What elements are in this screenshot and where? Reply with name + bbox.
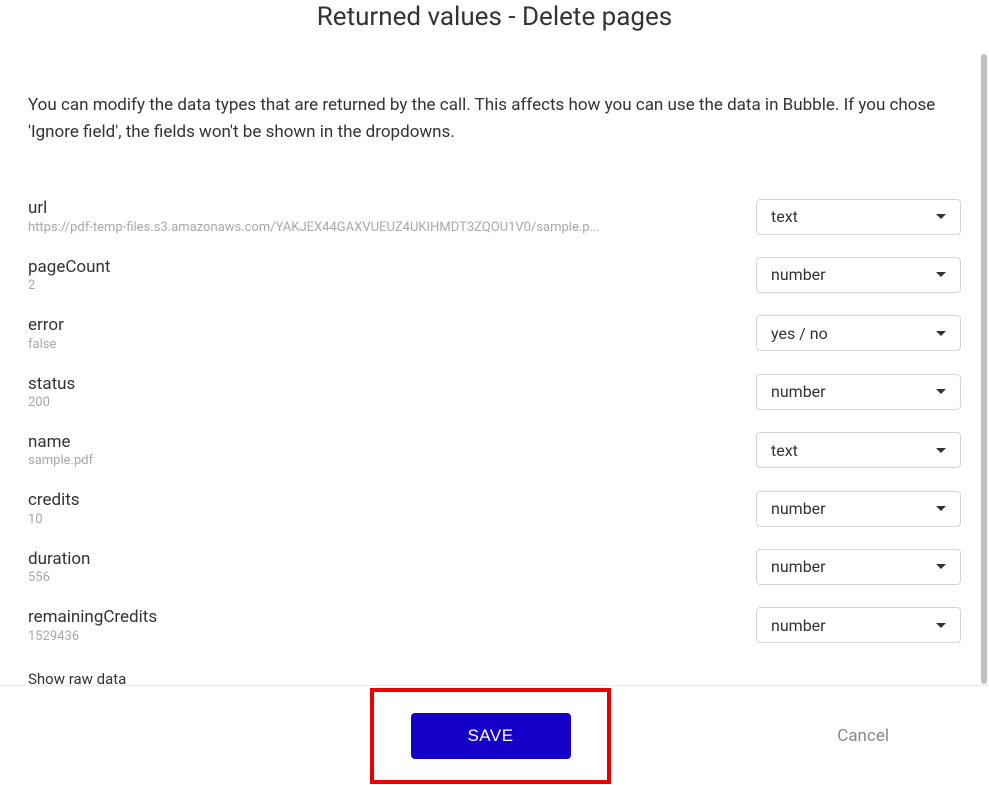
type-dropdown-duration[interactable]: number [756, 549, 961, 585]
chevron-down-icon [936, 448, 946, 453]
field-name: status [28, 374, 736, 394]
dropdown-label: number [771, 616, 826, 635]
field-sample: 556 [28, 570, 628, 585]
field-row-pagecount: pageCount 2 number [28, 257, 961, 293]
scrollbar[interactable] [981, 54, 987, 684]
description-text: You can modify the data types that are r… [28, 92, 961, 146]
type-dropdown-name[interactable]: text [756, 432, 961, 468]
chevron-down-icon [936, 272, 946, 277]
dialog-footer: SAVE Cancel [0, 685, 989, 785]
field-row-remainingcredits: remainingCredits 1529436 number [28, 607, 961, 643]
field-name: url [28, 198, 736, 218]
field-sample: sample.pdf [28, 453, 628, 468]
field-sample: 1529436 [28, 629, 628, 644]
field-name: pageCount [28, 257, 736, 277]
field-sample: 10 [28, 512, 628, 527]
field-name: duration [28, 549, 736, 569]
chevron-down-icon [936, 331, 946, 336]
dialog-content: You can modify the data types that are r… [0, 92, 989, 688]
field-row-name: name sample.pdf text [28, 432, 961, 468]
field-row-credits: credits 10 number [28, 490, 961, 526]
field-sample: https://pdf-temp-files.s3.amazonaws.com/… [28, 220, 628, 235]
field-row-duration: duration 556 number [28, 549, 961, 585]
dropdown-label: yes / no [771, 324, 828, 343]
chevron-down-icon [936, 389, 946, 394]
chevron-down-icon [936, 564, 946, 569]
dropdown-label: text [771, 441, 798, 460]
type-dropdown-error[interactable]: yes / no [756, 315, 961, 351]
dialog-title: Returned values - Delete pages [0, 0, 989, 44]
field-row-status: status 200 number [28, 374, 961, 410]
field-row-url: url https://pdf-temp-files.s3.amazonaws.… [28, 198, 961, 234]
field-sample: 200 [28, 395, 628, 410]
type-dropdown-credits[interactable]: number [756, 491, 961, 527]
field-name: credits [28, 490, 736, 510]
dropdown-label: number [771, 499, 826, 518]
save-highlight-box: SAVE [370, 688, 611, 784]
field-sample: false [28, 337, 628, 352]
dropdown-label: number [771, 265, 826, 284]
dropdown-label: number [771, 557, 826, 576]
type-dropdown-pagecount[interactable]: number [756, 257, 961, 293]
field-sample: 2 [28, 278, 628, 293]
dropdown-label: text [771, 207, 798, 226]
type-dropdown-status[interactable]: number [756, 374, 961, 410]
field-name: remainingCredits [28, 607, 736, 627]
field-row-error: error false yes / no [28, 315, 961, 351]
save-button[interactable]: SAVE [411, 713, 571, 759]
field-name: name [28, 432, 736, 452]
cancel-button[interactable]: Cancel [837, 726, 889, 746]
type-dropdown-remainingcredits[interactable]: number [756, 607, 961, 643]
chevron-down-icon [936, 506, 946, 511]
chevron-down-icon [936, 214, 946, 219]
field-name: error [28, 315, 736, 335]
dropdown-label: number [771, 382, 826, 401]
chevron-down-icon [936, 623, 946, 628]
type-dropdown-url[interactable]: text [756, 199, 961, 235]
